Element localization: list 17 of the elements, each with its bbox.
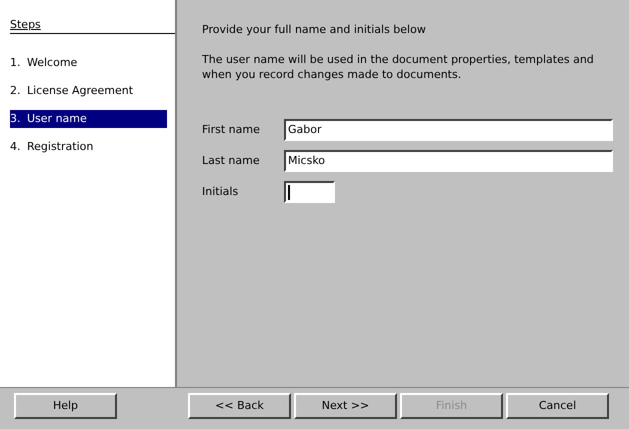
field-label: Initials — [202, 184, 240, 200]
step-item[interactable]: 3. User name — [10, 110, 167, 128]
step-item[interactable]: 1. Welcome — [10, 54, 167, 72]
heading-text: Provide your full name and initials below — [202, 23, 427, 37]
dialog-button[interactable]: Next >> — [294, 393, 397, 419]
dialog-button[interactable]: Cancel — [506, 393, 609, 419]
step-item[interactable]: 4. Registration — [10, 138, 167, 156]
step-item[interactable]: 2. License Agreement — [10, 82, 167, 100]
steps-heading: Steps — [10, 18, 175, 34]
text-field[interactable]: Micsko — [284, 150, 613, 172]
text-field[interactable]: Gabor — [284, 119, 613, 141]
dialog-button[interactable]: << Back — [188, 393, 291, 419]
dialog-button[interactable]: Help — [14, 393, 117, 419]
field-label: Last name — [202, 152, 261, 169]
field-label: First name — [202, 122, 261, 138]
text-field[interactable] — [284, 181, 335, 203]
description-text: The user name will be used in the document properties, templates and when you record changes made to documents. — [202, 52, 595, 82]
